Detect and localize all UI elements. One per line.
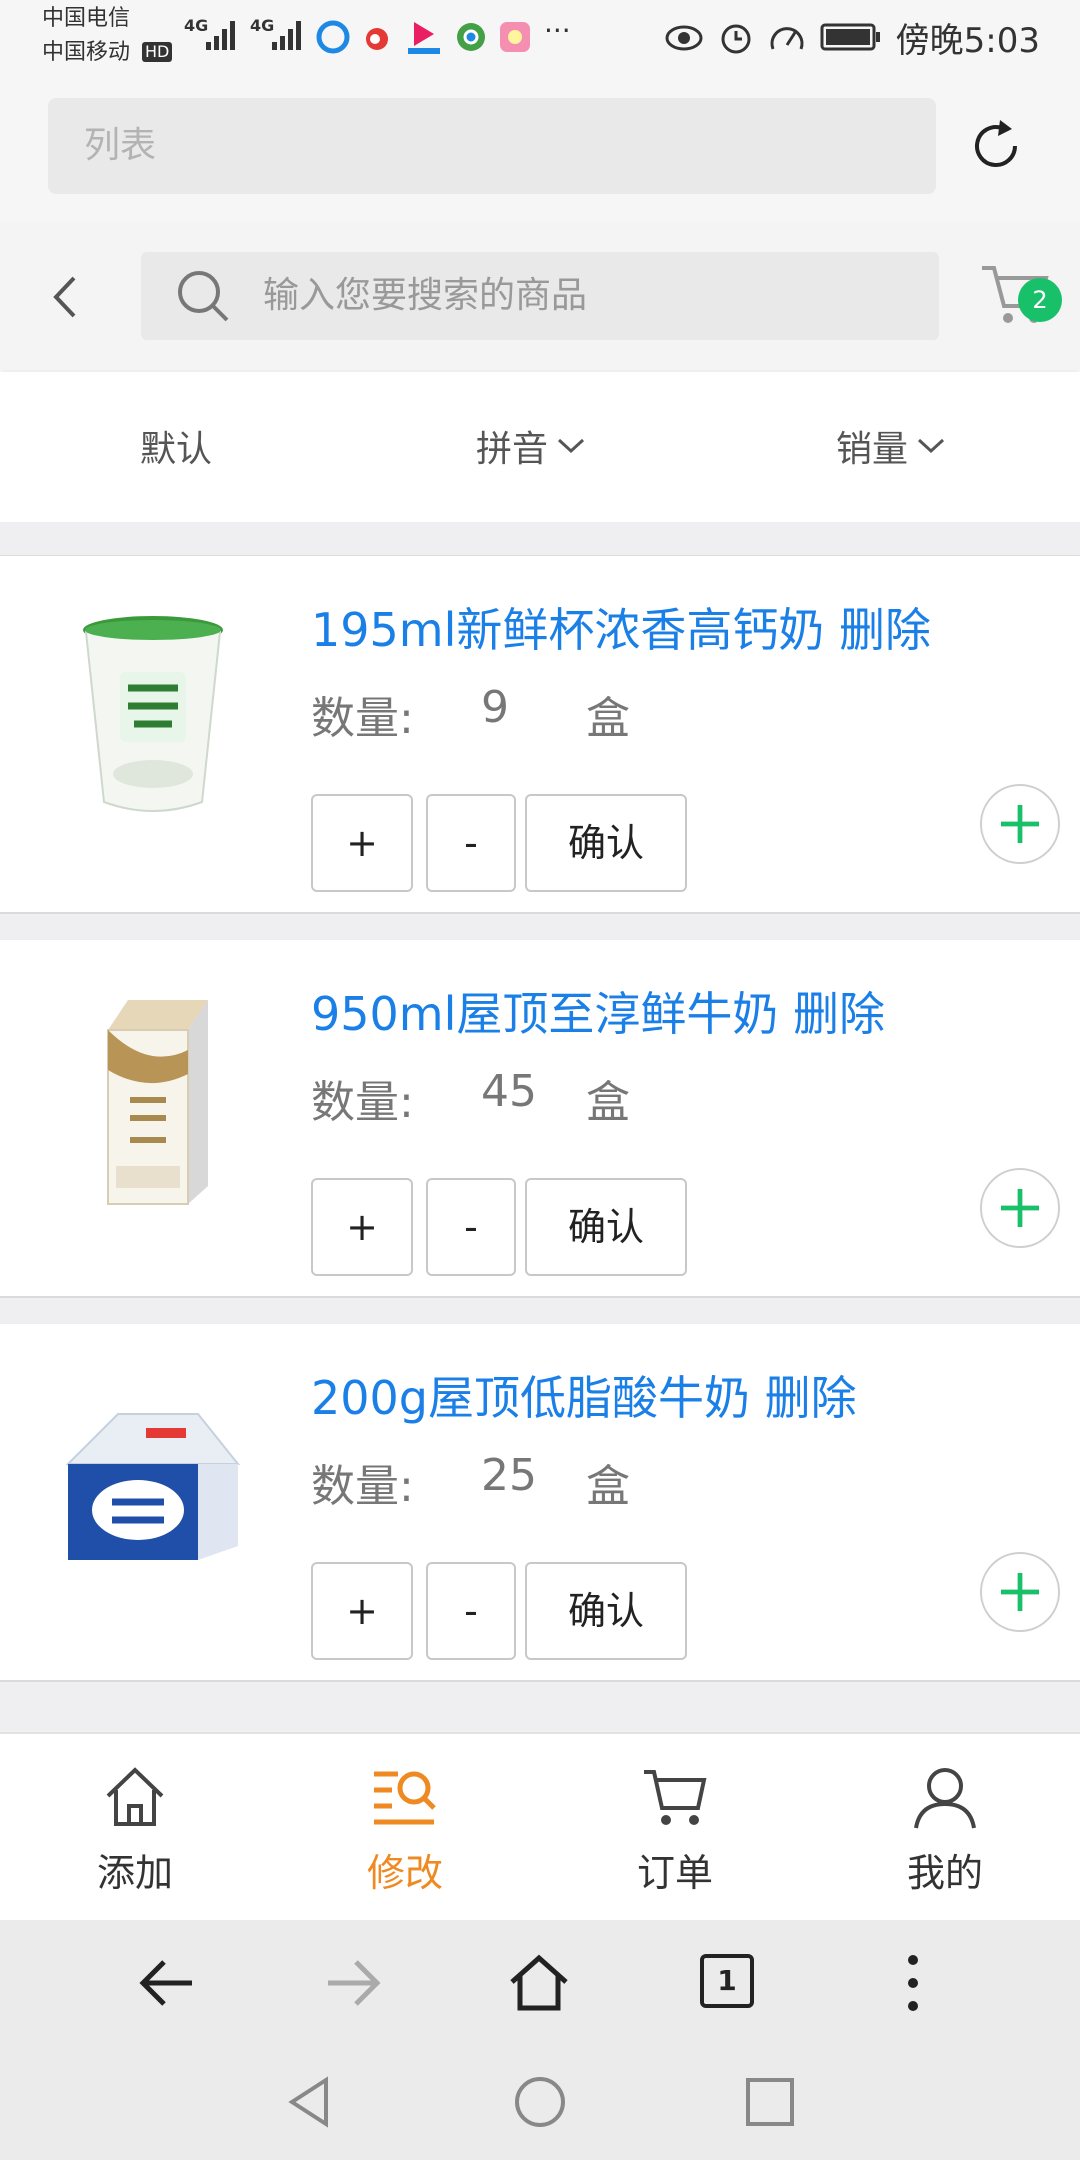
edit-list-icon [374,1771,436,1825]
product-title[interactable]: 195ml新鲜杯浓香高钙奶 删除 [311,594,931,660]
signal-icon [272,21,301,50]
gallery-app-icon [500,22,530,52]
quantity-value: 45 [481,1066,537,1117]
forward-arrow-icon[interactable] [322,1952,384,2014]
delete-link[interactable]: 删除 [765,1371,857,1425]
home-icon[interactable] [508,1952,570,2014]
sort-bar: 默认 拼音 销量 [0,372,1080,522]
product-image-yogurt-carton [65,1413,241,1560]
sort-pinyin-label: 拼音 [476,429,549,470]
youku-app-icon [408,22,440,54]
status-bar: 中国电信 中国移动 HD 4G 4G ··· 傍晚5:03 [0,0,1080,76]
nav-home-icon[interactable] [512,2074,568,2130]
tab-mine-label: 我的 [906,1851,983,1895]
browser-app-icon [316,20,350,54]
tab-mine[interactable]: 我的 [810,1734,1080,1922]
product-card: 195ml新鲜杯浓香高钙奶 删除 数量: 9 盒 + - 确认 [0,556,1080,914]
product-card: 950ml屋顶至淳鲜牛奶 删除 数量: 45 盒 + - 确认 [0,940,1080,1298]
product-title[interactable]: 950ml屋顶至淳鲜牛奶 删除 [311,978,885,1044]
quantity-value: 25 [481,1450,537,1501]
product-image-milk-carton [107,1000,208,1205]
browser-nav-bar: 1 [0,1920,1080,2046]
system-nav-bar [0,2046,1080,2160]
decrease-button[interactable]: - [426,1562,516,1660]
search-icon [178,271,229,322]
home-icon [106,1767,164,1826]
user-icon [914,1768,976,1829]
confirm-button[interactable]: 确认 [525,1178,687,1276]
tab-add-label: 添加 [96,1851,173,1895]
speed-icon [770,27,804,50]
product-image-milk-cup [83,616,223,812]
quantity-label: 数量: [311,693,414,744]
reload-icon[interactable] [966,116,1026,176]
chevron-down-icon [918,438,945,454]
carrier-telecom: 中国电信 [42,6,131,31]
divider [0,914,1080,940]
divider [0,1682,1080,1732]
tabs-count-button[interactable]: 1 [700,1954,754,2008]
delete-link[interactable]: 删除 [793,987,885,1041]
battery-icon [820,23,880,51]
tab-add[interactable]: 添加 [0,1734,270,1922]
add-to-cart-icon[interactable] [980,1552,1060,1632]
quantity-label: 数量: [311,1077,414,1128]
sort-sales-label: 销量 [836,429,909,470]
clock: 傍晚5:03 [895,20,1040,61]
sort-default[interactable]: 默认 [140,420,212,472]
search-header: 输入您要搜索的商品 2 [0,222,1080,370]
increase-button[interactable]: + [311,794,413,892]
browser-address-bar: 列表 [0,76,1080,222]
product-name: 950ml屋顶至淳鲜牛奶 [311,987,779,1041]
search-input[interactable]: 输入您要搜索的商品 [141,252,939,340]
quantity-unit: 盒 [586,1461,630,1512]
sort-sales[interactable]: 销量 [836,420,946,472]
nav-back-icon[interactable] [282,2074,338,2130]
quantity-unit: 盒 [586,693,630,744]
confirm-button[interactable]: 确认 [525,794,687,892]
tab-orders[interactable]: 订单 [540,1734,810,1922]
product-name: 195ml新鲜杯浓香高钙奶 [311,603,825,657]
chevron-down-icon [558,438,585,454]
add-to-cart-icon[interactable] [980,784,1060,864]
product-name: 200g屋顶低脂酸牛奶 [311,1371,750,1425]
product-card: 200g屋顶低脂酸牛奶 删除 数量: 25 盒 + - 确认 [0,1324,1080,1682]
more-notifications: ··· [544,14,571,47]
tab-edit-label: 修改 [366,1851,443,1895]
hd-badge: HD [142,42,173,62]
confirm-button[interactable]: 确认 [525,1562,687,1660]
alarm-icon [721,24,751,54]
weibo-app-icon [366,28,388,50]
quantity-label: 数量: [311,1461,414,1512]
quantity-value: 9 [481,682,509,733]
url-field[interactable]: 列表 [48,98,936,194]
carrier-mobile: 中国移动 [42,40,131,65]
more-menu-icon[interactable] [882,1952,944,2014]
increase-button[interactable]: + [311,1562,413,1660]
increase-button[interactable]: + [311,1178,413,1276]
search-placeholder: 输入您要搜索的商品 [263,275,588,316]
product-title[interactable]: 200g屋顶低脂酸牛奶 删除 [311,1362,857,1428]
back-icon[interactable] [48,272,82,322]
divider [0,522,1080,556]
sort-pinyin[interactable]: 拼音 [476,420,586,472]
cart-icon [644,1770,707,1825]
delete-link[interactable]: 删除 [839,603,931,657]
decrease-button[interactable]: - [426,1178,516,1276]
sort-default-label: 默认 [140,429,213,470]
chrome-app-icon [457,23,485,51]
cart-count-badge: 2 [1018,278,1062,322]
nav-recents-icon[interactable] [742,2074,798,2130]
eye-comfort-icon [665,25,703,51]
tab-edit[interactable]: 修改 [270,1734,540,1922]
back-arrow-icon[interactable] [136,1952,198,2014]
signal-icon [206,21,235,50]
bottom-tab-bar: 添加 修改 订单 我的 [0,1732,1080,1920]
decrease-button[interactable]: - [426,794,516,892]
add-to-cart-icon[interactable] [980,1168,1060,1248]
quantity-unit: 盒 [586,1077,630,1128]
divider [0,1298,1080,1324]
tab-orders-label: 订单 [636,1851,713,1895]
